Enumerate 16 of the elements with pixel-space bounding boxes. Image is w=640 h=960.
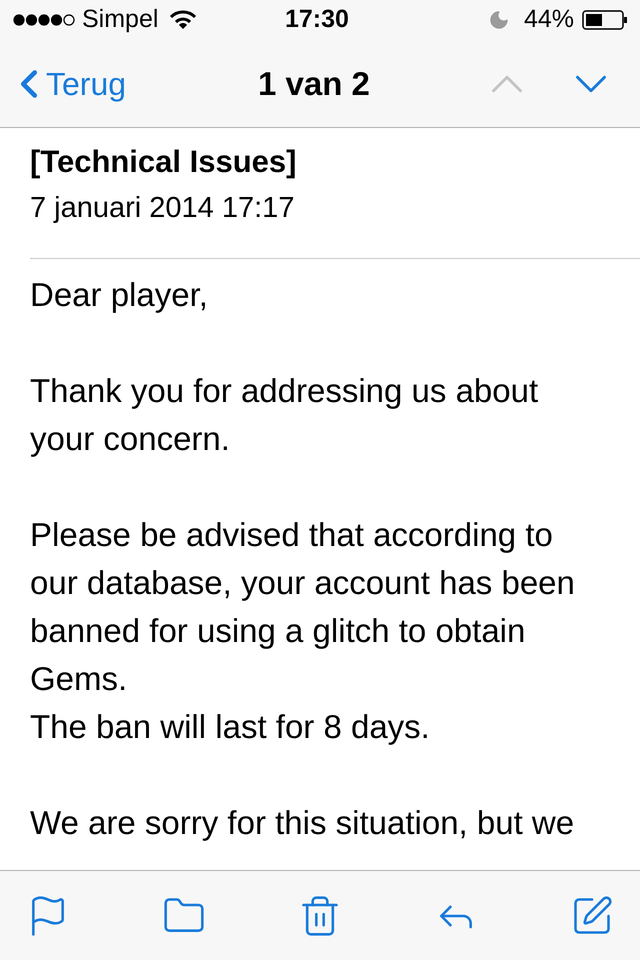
page-title: 1 van 2 — [258, 64, 370, 104]
email-date: 7 januari 2014 17:17 — [30, 191, 294, 226]
signal-icon — [12, 13, 76, 27]
moon-icon — [488, 9, 510, 31]
back-button[interactable]: Terug — [12, 60, 126, 108]
battery-percent: 44% — [524, 4, 574, 36]
body-text: Please be advised that according to our database, your account has been banned for using a glitch to obtain Gems. — [30, 515, 576, 699]
clock-time: 17:30 — [285, 4, 349, 36]
battery-icon — [582, 10, 628, 30]
carrier-name: Simpel — [82, 4, 158, 36]
body-text: We are sorry for this situation, but we — [30, 803, 576, 843]
body-text: Thank you for addressing us about your concern. — [30, 371, 540, 459]
body-text: The ban will last for 8 days. — [30, 707, 431, 747]
email-subject: [Technical Issues] — [30, 143, 296, 181]
body-text: Dear player, — [30, 275, 209, 315]
wifi-icon — [170, 10, 196, 30]
